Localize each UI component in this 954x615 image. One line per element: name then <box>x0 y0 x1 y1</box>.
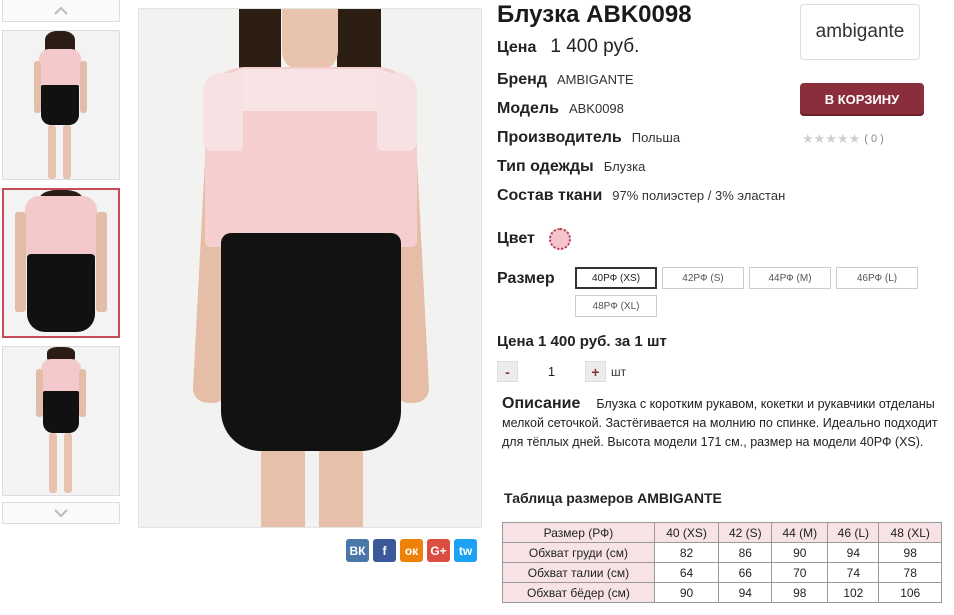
color-swatch-pink[interactable] <box>548 228 571 250</box>
rating-stars-icon[interactable]: ★★★★★ <box>802 131 860 147</box>
table-cell: 66 <box>718 562 773 583</box>
quantity-stepper: - 1 + шт <box>497 361 626 382</box>
model-leg <box>261 445 305 527</box>
attr-label: Бренд <box>497 71 547 88</box>
table-cell: 82 <box>653 542 720 563</box>
table-cell: 98 <box>878 542 942 563</box>
table-cell: 90 <box>653 582 720 603</box>
color-label: Цвет <box>497 230 535 247</box>
table-row: Обхват груди (см) 82 86 90 94 98 <box>502 542 942 563</box>
add-to-cart-button[interactable]: В КОРЗИНУ <box>800 83 924 116</box>
table-cell: 74 <box>827 562 880 583</box>
size-table-title: Таблица размеров AMBIGANTE <box>504 490 722 506</box>
size-label: Размер <box>497 270 555 287</box>
table-cell: 94 <box>827 542 880 563</box>
qty-unit: шт <box>611 364 627 379</box>
thumbs-up-button[interactable] <box>2 0 120 22</box>
table-cell: 98 <box>771 582 829 603</box>
size-table: Размер (РФ) 40 (XS) 42 (S) 44 (M) 46 (L)… <box>502 522 942 603</box>
table-row: Обхват талии (см) 64 66 70 74 78 <box>502 562 942 583</box>
attr-label: Тип одежды <box>497 158 594 175</box>
table-row: Обхват бёдер (см) 90 94 98 102 106 <box>502 582 942 603</box>
thumbs-down-button[interactable] <box>2 502 120 524</box>
thumbnail-photo <box>13 190 109 336</box>
qty-input[interactable]: 1 <box>518 364 585 379</box>
table-header: 40 (XS) <box>653 522 720 543</box>
color-selector: Цвет <box>497 228 571 250</box>
main-product-image[interactable] <box>138 8 482 528</box>
table-cell: 78 <box>878 562 942 583</box>
attr-brand: Бренд AMBIGANTE <box>497 71 634 89</box>
brand-logo[interactable]: ambigante <box>800 4 920 60</box>
model-leg <box>319 445 363 527</box>
thumbnail-photo <box>31 347 91 495</box>
attr-model: Модель ABK0098 <box>497 100 624 118</box>
attr-manufacturer: Производитель Польша <box>497 129 680 147</box>
table-header: 42 (S) <box>718 522 773 543</box>
thumbnail-photo <box>31 31 91 179</box>
size-option-m[interactable]: 44РФ (M) <box>749 267 831 289</box>
thumbnail-1[interactable] <box>2 30 120 180</box>
blouse-sleeve <box>203 73 243 151</box>
table-header: 48 (XL) <box>878 522 942 543</box>
attr-clothing-type: Тип одежды Блузка <box>497 158 645 176</box>
description-label: Описание <box>502 395 581 412</box>
table-cell: 64 <box>653 562 720 583</box>
twitter-share-icon[interactable]: tw <box>454 539 477 562</box>
table-row-label: Обхват талии (см) <box>502 562 655 583</box>
vk-share-icon[interactable]: ВК <box>346 539 369 562</box>
table-header: Размер (РФ) <box>502 522 655 543</box>
facebook-share-icon[interactable]: f <box>373 539 396 562</box>
attr-value: 97% полиэстер / 3% эластан <box>612 188 786 203</box>
attr-value: Польша <box>631 130 681 145</box>
table-header: 44 (M) <box>771 522 829 543</box>
attr-value: AMBIGANTE <box>557 72 634 87</box>
odnoklassniki-share-icon[interactable]: ок <box>400 539 423 562</box>
social-share: ВК f ок G+ tw <box>346 539 477 562</box>
product-title: Блузка ABK0098 <box>497 1 692 28</box>
size-option-xs[interactable]: 40РФ (XS) <box>575 267 657 289</box>
thumbnail-3[interactable] <box>2 346 120 496</box>
size-option-s[interactable]: 42РФ (S) <box>662 267 744 289</box>
table-header: 46 (L) <box>827 522 880 543</box>
review-count: ( 0 ) <box>864 133 884 145</box>
chevron-up-icon <box>54 6 68 15</box>
table-row-label: Обхват бёдер (см) <box>502 582 655 603</box>
table-cell: 86 <box>718 542 773 563</box>
thumbnail-gallery <box>2 0 120 524</box>
price-row: Цена 1 400 руб. <box>497 36 639 58</box>
chevron-down-icon <box>54 509 68 517</box>
attr-value: ABK0098 <box>568 101 624 116</box>
size-selector: 40РФ (XS) 42РФ (S) 44РФ (M) 46РФ (L) 48Р… <box>575 267 935 317</box>
attr-label: Модель <box>497 100 559 117</box>
attr-value: Блузка <box>603 159 646 174</box>
table-cell: 70 <box>771 562 829 583</box>
table-cell: 106 <box>878 582 942 603</box>
table-cell: 102 <box>827 582 880 603</box>
price-label: Цена <box>497 39 537 56</box>
table-row-label: Обхват груди (см) <box>502 542 655 563</box>
qty-decrease-button[interactable]: - <box>497 361 518 382</box>
size-option-l[interactable]: 46РФ (L) <box>836 267 918 289</box>
blouse-sleeve <box>377 73 417 151</box>
price-value: 1 400 руб. <box>550 36 640 57</box>
attr-label: Производитель <box>497 129 622 146</box>
description: Описание Блузка с коротким рукавом, кокет… <box>502 394 942 452</box>
table-header-row: Размер (РФ) 40 (XS) 42 (S) 44 (M) 46 (L)… <box>502 522 942 543</box>
thumbnail-2-active[interactable] <box>2 188 120 338</box>
qty-increase-button[interactable]: + <box>585 361 606 382</box>
attr-fabric: Состав ткани 97% полиэстер / 3% эластан <box>497 187 785 205</box>
table-cell: 90 <box>771 542 829 563</box>
total-price: Цена 1 400 руб. за 1 шт <box>497 333 667 350</box>
product-page: ВК f ок G+ tw Блузка ABK0098 Цена 1 400 … <box>0 0 954 615</box>
model-neck <box>282 9 338 71</box>
skirt <box>221 233 401 451</box>
size-option-xl[interactable]: 48РФ (XL) <box>575 295 657 317</box>
google-plus-share-icon[interactable]: G+ <box>427 539 450 562</box>
table-cell: 94 <box>718 582 773 603</box>
attr-label: Состав ткани <box>497 187 603 204</box>
rating[interactable]: ★★★★★ ( 0 ) <box>802 131 884 147</box>
